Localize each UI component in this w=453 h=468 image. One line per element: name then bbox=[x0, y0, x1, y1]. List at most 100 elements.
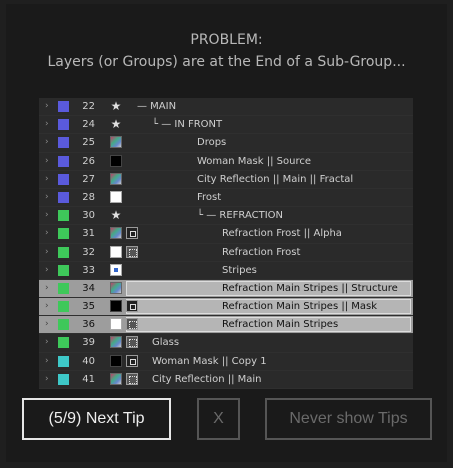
next-tip-button[interactable]: (5/9) Next Tip bbox=[22, 398, 171, 440]
expand-arrow-icon: › bbox=[45, 101, 49, 111]
expand-arrow-icon: › bbox=[45, 355, 49, 366]
layer-name: └ — REFRACTION bbox=[197, 210, 283, 222]
expand-arrow-icon: › bbox=[45, 282, 49, 293]
layer-color-swatch bbox=[58, 101, 69, 112]
image-thumbnail-icon bbox=[110, 136, 122, 149]
problem-description: Layers (or Groups) are at the End of a S… bbox=[47, 54, 406, 70]
never-show-tips-button[interactable]: Never show Tips bbox=[265, 398, 432, 440]
layer-row: › 32 Refraction Frost bbox=[39, 243, 413, 262]
effect-icon bbox=[126, 245, 138, 258]
expand-arrow-icon: › bbox=[45, 119, 49, 130]
layer-color-swatch bbox=[58, 228, 69, 240]
expand-arrow-icon: › bbox=[45, 301, 49, 312]
expand-arrow-icon: › bbox=[45, 155, 49, 166]
black-solid-thumbnail-icon bbox=[110, 354, 122, 367]
layer-row: › 41 City Reflection || Main bbox=[39, 370, 413, 389]
layer-name: Refraction Main Stripes || Structure bbox=[222, 282, 398, 294]
layer-name: Refraction Main Stripes bbox=[222, 319, 339, 331]
layer-color-swatch bbox=[58, 337, 69, 349]
layer-color-swatch bbox=[58, 191, 69, 203]
layer-row: › 27 City Reflection || Main || Fractal bbox=[39, 170, 413, 189]
layer-row: › 35 Refraction Main Stripes || Mask bbox=[39, 298, 413, 317]
close-button[interactable]: X bbox=[197, 398, 240, 440]
layer-row: › 39 Glass bbox=[39, 334, 413, 353]
group-star-icon: ★ bbox=[110, 117, 122, 132]
layer-number: 41 bbox=[82, 373, 95, 385]
layer-row: › 28 Frost bbox=[39, 188, 413, 208]
expand-arrow-icon: › bbox=[45, 246, 49, 257]
layer-name: Refraction Frost || Alpha bbox=[222, 228, 342, 240]
image-thumbnail-icon bbox=[110, 372, 122, 385]
layer-color-swatch bbox=[58, 119, 69, 131]
layer-row: › 36 Refraction Main Stripes bbox=[39, 316, 413, 335]
layer-number: 30 bbox=[82, 210, 95, 222]
layer-number: 27 bbox=[82, 173, 95, 185]
document-thumbnail-icon bbox=[110, 263, 122, 276]
layer-row: › 40 Woman Mask || Copy 1 bbox=[39, 352, 413, 371]
layer-number: 32 bbox=[82, 246, 95, 258]
layer-number: 39 bbox=[82, 337, 95, 349]
layer-color-swatch bbox=[58, 301, 69, 313]
expand-arrow-icon: › bbox=[45, 264, 49, 275]
layer-number: 24 bbox=[82, 119, 95, 131]
layer-name: Woman Mask || Copy 1 bbox=[152, 355, 267, 367]
layer-name: Frost bbox=[197, 191, 222, 203]
layer-color-swatch bbox=[58, 210, 69, 222]
layer-color-swatch bbox=[58, 155, 69, 167]
track-matte-icon bbox=[126, 227, 138, 240]
layer-color-swatch bbox=[58, 373, 69, 385]
problem-title: PROBLEM: bbox=[190, 32, 263, 48]
effect-icon bbox=[126, 318, 138, 331]
layer-name: City Reflection || Main bbox=[152, 373, 262, 385]
layer-color-swatch bbox=[58, 355, 69, 367]
track-matte-icon bbox=[126, 300, 138, 313]
layer-name: └ — IN FRONT bbox=[152, 119, 223, 131]
layer-name: Refraction Main Stripes || Mask bbox=[222, 301, 378, 313]
layer-color-swatch bbox=[58, 319, 69, 331]
expand-arrow-icon: › bbox=[45, 137, 49, 148]
layer-color-swatch bbox=[58, 282, 69, 294]
layer-name: Drops bbox=[197, 137, 227, 149]
black-solid-thumbnail-icon bbox=[110, 154, 122, 167]
layer-color-swatch bbox=[58, 173, 69, 185]
group-star-icon: ★ bbox=[110, 99, 122, 113]
layer-number: 40 bbox=[82, 355, 95, 367]
expand-arrow-icon: › bbox=[45, 173, 49, 184]
layer-row: › 26 Woman Mask || Source bbox=[39, 152, 413, 171]
expand-arrow-icon: › bbox=[45, 228, 49, 239]
layer-row: › 31 Refraction Frost || Alpha bbox=[39, 225, 413, 244]
layer-name: Refraction Frost bbox=[222, 246, 301, 258]
image-thumbnail-icon bbox=[110, 172, 122, 185]
layer-row: › 30 ★ └ — REFRACTION bbox=[39, 207, 413, 226]
layer-number: 31 bbox=[82, 228, 95, 240]
layer-row: › 22 ★ — MAIN bbox=[39, 98, 413, 117]
effect-icon bbox=[126, 336, 138, 349]
layer-number: 28 bbox=[82, 191, 95, 203]
layer-number: 35 bbox=[82, 301, 95, 313]
layer-number: 33 bbox=[82, 264, 95, 276]
track-matte-icon bbox=[126, 354, 138, 367]
layer-number: 25 bbox=[82, 137, 95, 149]
layer-row: › 33 Stripes bbox=[39, 261, 413, 280]
layer-name: Glass bbox=[152, 337, 180, 349]
expand-arrow-icon: › bbox=[45, 319, 49, 330]
expand-arrow-icon: › bbox=[45, 191, 49, 202]
layer-number: 26 bbox=[82, 155, 95, 167]
layer-name: Woman Mask || Source bbox=[197, 155, 312, 167]
layer-color-swatch bbox=[58, 137, 69, 149]
layer-name: — MAIN bbox=[137, 101, 177, 112]
layer-row: › 24 ★ └ — IN FRONT bbox=[39, 116, 413, 135]
expand-arrow-icon: › bbox=[45, 210, 49, 221]
layer-number: 36 bbox=[82, 319, 95, 331]
white-solid-thumbnail-icon bbox=[110, 318, 122, 331]
image-thumbnail-icon bbox=[110, 227, 122, 240]
layer-row: › 34 Refraction Main Stripes || Structure bbox=[39, 279, 413, 299]
expand-arrow-icon: › bbox=[45, 373, 49, 384]
layer-number: 22 bbox=[82, 101, 95, 112]
white-solid-thumbnail-icon bbox=[110, 190, 122, 203]
layer-name: Stripes bbox=[222, 264, 257, 276]
layer-row: › 25 Drops bbox=[39, 134, 413, 153]
layer-color-swatch bbox=[58, 246, 69, 258]
group-star-icon: ★ bbox=[110, 208, 122, 223]
black-solid-thumbnail-icon bbox=[110, 300, 122, 313]
